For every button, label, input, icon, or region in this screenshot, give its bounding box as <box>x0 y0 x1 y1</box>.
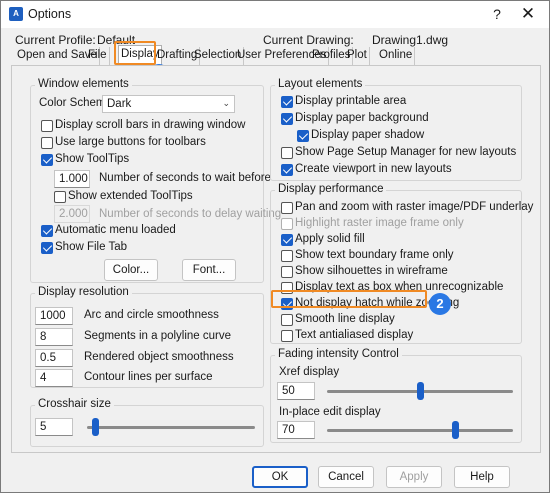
hatch-option-highlight <box>271 290 427 308</box>
smooth-line-label: Smooth line display <box>295 313 395 325</box>
large-buttons-label: Use large buttons for toolbars <box>55 136 206 148</box>
current-profile-label: Current Profile: <box>15 33 96 47</box>
paper-shadow-checkbox[interactable] <box>297 130 309 142</box>
tab-strip: Open and Save File Display Drafting Sele… <box>11 45 541 65</box>
paper-background-checkbox[interactable] <box>281 113 293 125</box>
delay-seconds-input[interactable]: 2.000 <box>54 205 90 223</box>
show-file-tab-label: Show File Tab <box>55 241 128 253</box>
arc-smoothness-label: Arc and circle smoothness <box>84 309 219 321</box>
xref-display-label: Xref display <box>279 366 340 378</box>
inplace-slider-thumb[interactable] <box>452 421 460 439</box>
show-tooltips-checkbox[interactable] <box>41 154 53 166</box>
crosshair-slider-thumb[interactable] <box>92 418 99 436</box>
crosshair-slider-track[interactable] <box>87 426 255 429</box>
printable-area-checkbox[interactable] <box>281 96 293 108</box>
window-elements-group: Window elements Color Scheme Dark ⌄ Disp… <box>30 78 281 283</box>
inplace-edit-input[interactable]: 70 <box>277 421 315 439</box>
polyline-segments-input[interactable]: 8 <box>35 328 73 346</box>
color-scheme-value: Dark <box>107 98 132 110</box>
solid-fill-label: Apply solid fill <box>295 233 365 245</box>
text-antialiased-label: Text antialiased display <box>295 329 414 341</box>
arc-smoothness-input[interactable]: 1000 <box>35 307 73 325</box>
pan-zoom-raster-checkbox[interactable] <box>281 202 293 214</box>
text-antialiased-checkbox[interactable] <box>281 330 293 342</box>
color-scheme-label: Color Scheme <box>39 97 112 109</box>
polyline-segments-label: Segments in a polyline curve <box>84 330 232 342</box>
xref-display-input[interactable]: 50 <box>277 382 315 400</box>
highlight-raster-checkbox[interactable] <box>281 218 293 230</box>
contour-lines-label: Contour lines per surface <box>84 371 213 383</box>
title-bar: A Options ? ✕ <box>1 1 549 28</box>
create-viewport-label: Create viewport in new layouts <box>295 163 452 175</box>
show-tooltips-label: Show ToolTips <box>55 153 130 165</box>
pan-zoom-raster-label: Pan and zoom with raster image/PDF under… <box>295 201 534 213</box>
tab-file[interactable]: File <box>86 47 110 65</box>
cancel-button[interactable]: Cancel <box>318 466 374 488</box>
chevron-down-icon: ⌄ <box>222 98 230 108</box>
show-file-tab-checkbox[interactable] <box>41 242 53 254</box>
delay-seconds-label: Number of seconds to delay waiting <box>99 208 282 220</box>
crosshair-size-input[interactable]: 5 <box>35 418 73 436</box>
text-boundary-checkbox[interactable] <box>281 250 293 262</box>
display-resolution-group: Display resolution 1000 Arc and circle s… <box>30 286 264 388</box>
inplace-slider-track[interactable] <box>327 429 513 432</box>
ok-button[interactable]: OK <box>252 466 308 488</box>
text-boundary-label: Show text boundary frame only <box>295 249 454 261</box>
color-button[interactable]: Color... <box>104 259 158 281</box>
display-panel: Window elements Color Scheme Dark ⌄ Disp… <box>11 65 541 453</box>
close-icon[interactable]: ✕ <box>518 4 538 24</box>
dialog-title: Options <box>28 7 72 21</box>
page-setup-manager-label: Show Page Setup Manager for new layouts <box>295 146 517 158</box>
extended-tooltips-label: Show extended ToolTips <box>68 190 193 202</box>
highlight-raster-label: Highlight raster image frame only <box>295 217 464 229</box>
step-badge-2: 2 <box>429 293 451 315</box>
silhouettes-label: Show silhouettes in wireframe <box>295 265 448 277</box>
inplace-edit-label: In-place edit display <box>279 406 381 418</box>
xref-slider-thumb[interactable] <box>416 382 424 400</box>
options-dialog: A Options ? ✕ Current Profile: Default C… <box>0 0 550 493</box>
app-icon: A <box>9 7 23 21</box>
color-scheme-select[interactable]: Dark ⌄ <box>102 95 235 113</box>
extended-tooltips-checkbox[interactable] <box>54 191 66 203</box>
silhouettes-checkbox[interactable] <box>281 266 293 278</box>
scroll-bars-checkbox[interactable] <box>41 120 53 132</box>
current-drawing-value: Drawing1.dwg <box>372 33 449 47</box>
tooltip-seconds-input[interactable]: 1.000 <box>54 170 90 188</box>
large-buttons-checkbox[interactable] <box>41 137 53 149</box>
paper-shadow-label: Display paper shadow <box>311 129 425 141</box>
printable-area-label: Display printable area <box>295 95 407 107</box>
window-elements-title: Window elements <box>35 78 132 90</box>
page-setup-manager-checkbox[interactable] <box>281 147 293 159</box>
tooltip-seconds-label: Number of seconds to wait before <box>99 172 271 184</box>
apply-button[interactable]: Apply <box>386 466 442 488</box>
crosshair-size-group: Crosshair size 5 <box>30 398 264 447</box>
solid-fill-checkbox[interactable] <box>281 234 293 246</box>
layout-elements-title: Layout elements <box>275 78 366 90</box>
tab-display-highlight <box>114 41 156 65</box>
display-performance-group: Display performance Pan and zoom with ra… <box>270 183 533 344</box>
object-smoothness-label: Rendered object smoothness <box>84 351 234 363</box>
help-icon[interactable]: ? <box>487 4 507 24</box>
auto-menu-label: Automatic menu loaded <box>55 224 176 236</box>
fading-intensity-group: Fading intensity Control Xref display 50… <box>270 348 522 443</box>
create-viewport-checkbox[interactable] <box>281 164 293 176</box>
font-button[interactable]: Font... <box>182 259 236 281</box>
help-button[interactable]: Help <box>454 466 510 488</box>
layout-elements-group: Layout elements Display printable area D… <box>270 78 522 181</box>
tab-online[interactable]: Online <box>377 47 416 65</box>
current-drawing-label: Current Drawing: <box>263 33 354 47</box>
display-resolution-title: Display resolution <box>35 286 132 298</box>
object-smoothness-input[interactable]: 0.5 <box>35 349 73 367</box>
fading-intensity-title: Fading intensity Control <box>275 348 402 360</box>
scroll-bars-label: Display scroll bars in drawing window <box>55 119 246 131</box>
paper-background-label: Display paper background <box>295 112 429 124</box>
auto-menu-checkbox[interactable] <box>41 225 53 237</box>
crosshair-size-title: Crosshair size <box>35 398 114 410</box>
display-performance-title: Display performance <box>275 183 387 195</box>
contour-lines-input[interactable]: 4 <box>35 369 73 387</box>
tab-plot[interactable]: Plot <box>345 47 370 65</box>
smooth-line-checkbox[interactable] <box>281 314 293 326</box>
